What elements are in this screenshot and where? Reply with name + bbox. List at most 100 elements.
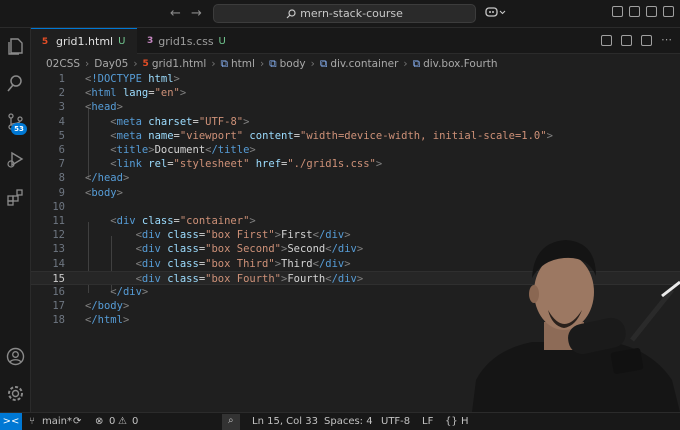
chevron-right-icon: › — [310, 58, 315, 70]
tab-label: grid1.html — [56, 35, 114, 48]
line-number[interactable]: 10 — [31, 200, 65, 214]
breadcrumb-folder[interactable]: Day05 — [94, 58, 128, 70]
extensions-icon[interactable] — [6, 188, 25, 207]
code-line[interactable]: 3 <head> — [31, 100, 680, 114]
code-text[interactable]: <meta name="viewport" content="width=dev… — [85, 129, 553, 143]
html-file-icon: 5 — [142, 59, 149, 69]
line-number[interactable]: 7 — [31, 157, 65, 171]
search-icon — [286, 8, 296, 18]
code-text[interactable]: <div class="container"> — [85, 214, 255, 228]
code-text[interactable]: <meta charset="UTF-8"> — [85, 115, 249, 129]
code-text[interactable]: <body> — [85, 186, 123, 200]
branch-name[interactable]: main* — [42, 415, 72, 429]
line-number[interactable]: 4 — [31, 115, 65, 129]
line-number[interactable]: 16 — [31, 285, 65, 299]
line-number[interactable]: 17 — [31, 299, 65, 313]
line-number[interactable]: 3 — [31, 100, 65, 114]
zoom-icon[interactable]: ⌕ — [222, 414, 240, 430]
code-text[interactable]: <title>Document</title> — [85, 143, 255, 157]
breadcrumb-symbol[interactable]: html — [231, 58, 255, 70]
sync-icon[interactable]: ⟳ — [73, 415, 81, 429]
warning-icon: ⚠ — [118, 416, 127, 427]
more-actions-icon[interactable]: ⋯ — [661, 34, 672, 46]
line-number[interactable]: 9 — [31, 186, 65, 200]
tab-grid1s-css[interactable]: 3 grid1s.css U — [139, 28, 233, 54]
source-control-badge: 53 — [11, 123, 27, 135]
run-debug-icon[interactable] — [6, 150, 25, 169]
problems-count[interactable]: 0 — [109, 415, 115, 429]
chevron-right-icon: › — [133, 58, 138, 70]
breadcrumb-symbol[interactable]: div.container — [330, 58, 398, 70]
warnings-count[interactable]: 0 — [132, 415, 138, 429]
code-line[interactable]: 2 <html lang="en"> — [31, 86, 680, 100]
symbol-element-icon: ⧉ — [412, 57, 421, 70]
code-line[interactable]: 9 <body> — [31, 186, 680, 200]
code-text[interactable]: <link rel="stylesheet" href="./grid1s.cs… — [85, 157, 382, 171]
end-of-line[interactable]: LF — [422, 415, 433, 429]
symbol-element-icon: ⧉ — [269, 57, 277, 70]
code-text[interactable]: </body> — [85, 299, 129, 313]
code-line[interactable]: 7 <link rel="stylesheet" href="./grid1s.… — [31, 157, 680, 171]
breadcrumb-symbol[interactable]: div.box.Fourth — [423, 58, 497, 70]
code-text[interactable]: <html lang="en"> — [85, 86, 186, 100]
encoding[interactable]: UTF-8 — [381, 415, 410, 429]
line-number[interactable]: 12 — [31, 228, 65, 242]
code-text[interactable]: <div class="box Fourth">Fourth</div> — [85, 272, 364, 286]
code-line[interactable]: 1 <!DOCTYPE html> — [31, 72, 680, 86]
editor-tabs: 5 grid1.html U 3 grid1s.css U ⋯ — [31, 28, 680, 54]
split-editor-right-icon[interactable] — [641, 35, 652, 46]
line-number[interactable]: 5 — [31, 129, 65, 143]
remote-indicator-icon[interactable]: >< — [0, 413, 22, 430]
code-text[interactable]: <div class="box Second">Second</div> — [85, 242, 364, 256]
error-icon: ⊗ — [95, 416, 104, 427]
language-braces-icon: {} — [445, 416, 458, 427]
back-arrow-icon[interactable]: ← — [170, 6, 181, 22]
line-number[interactable]: 14 — [31, 257, 65, 271]
code-text[interactable]: <!DOCTYPE html> — [85, 72, 180, 86]
line-number[interactable]: 15 — [31, 272, 65, 286]
branch-icon: ⑂ — [29, 416, 35, 427]
line-number[interactable]: 18 — [31, 313, 65, 327]
search-icon[interactable] — [6, 74, 25, 93]
forward-arrow-icon[interactable]: → — [191, 6, 202, 22]
code-line[interactable]: 11 <div class="container"> — [31, 214, 680, 228]
title-bar: ← → mern-stack-course — [0, 0, 680, 28]
toggle-primary-sidebar-icon[interactable] — [612, 6, 623, 17]
line-number[interactable]: 2 — [31, 86, 65, 100]
code-line[interactable]: 8 </head> — [31, 171, 680, 185]
open-changes-icon[interactable] — [621, 35, 632, 46]
line-number[interactable]: 1 — [31, 72, 65, 86]
code-text[interactable]: </div> — [85, 285, 148, 299]
tab-grid1-html[interactable]: 5 grid1.html U — [31, 28, 137, 54]
code-text[interactable]: <div class="box Third">Third</div> — [85, 257, 351, 271]
code-text[interactable]: <div class="box First">First</div> — [85, 228, 351, 242]
tab-untracked-status: U — [118, 36, 126, 47]
code-line[interactable]: 4 <meta charset="UTF-8"> — [31, 115, 680, 129]
breadcrumb-folder[interactable]: 02CSS — [46, 58, 80, 70]
toggle-panel-icon[interactable] — [629, 6, 640, 17]
breadcrumb-file[interactable]: grid1.html — [152, 58, 207, 70]
code-line[interactable]: 6 <title>Document</title> — [31, 143, 680, 157]
line-number[interactable]: 11 — [31, 214, 65, 228]
account-icon[interactable] — [6, 347, 25, 366]
code-text[interactable]: </html> — [85, 313, 129, 327]
line-number[interactable]: 8 — [31, 171, 65, 185]
toggle-secondary-sidebar-icon[interactable] — [646, 6, 657, 17]
settings-gear-icon[interactable] — [6, 384, 25, 403]
line-number[interactable]: 13 — [31, 242, 65, 256]
command-center-search[interactable]: mern-stack-course — [213, 4, 476, 23]
code-text[interactable]: <head> — [85, 100, 123, 114]
breadcrumb-symbol[interactable]: body — [280, 58, 306, 70]
chevron-right-icon: › — [259, 58, 265, 70]
code-line[interactable]: 10 — [31, 200, 680, 214]
split-editor-icon[interactable] — [601, 35, 612, 46]
language-mode[interactable]: H — [461, 415, 469, 429]
code-line[interactable]: 5 <meta name="viewport" content="width=d… — [31, 129, 680, 143]
cursor-position[interactable]: Ln 15, Col 33 — [252, 415, 318, 429]
copilot-icon[interactable] — [485, 6, 507, 21]
customize-layout-icon[interactable] — [663, 6, 674, 17]
indentation[interactable]: Spaces: 4 — [324, 415, 373, 429]
code-text[interactable]: </head> — [85, 171, 129, 185]
line-number[interactable]: 6 — [31, 143, 65, 157]
explorer-files-icon[interactable] — [6, 37, 25, 56]
